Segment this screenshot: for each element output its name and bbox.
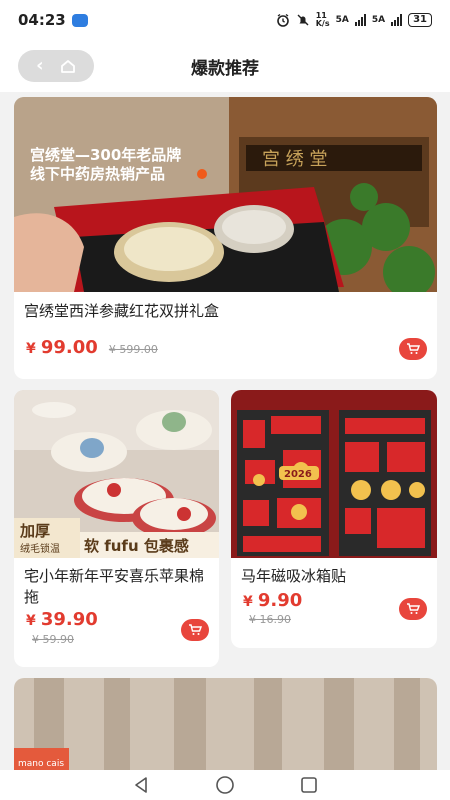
net-speed: 11 K/s — [315, 11, 330, 28]
nav-back-icon[interactable] — [132, 776, 150, 794]
product-image: 2026 — [231, 390, 437, 558]
product-name: 马年磁吸冰箱贴 — [241, 567, 347, 585]
add-to-cart-button[interactable] — [399, 598, 427, 620]
cart-icon — [407, 603, 420, 614]
currency-symbol: ¥ — [26, 341, 36, 357]
original-price: ¥ 599.00 — [108, 343, 158, 356]
slogan-text: 软 fufu 包裹感 — [84, 537, 189, 555]
badge-line-1: 加厚 — [19, 522, 50, 540]
current-price: 39.90 — [40, 609, 98, 630]
app-header: ‹ 爆款推荐 — [0, 40, 450, 92]
product-image: 宫 绣 堂 宫绣堂—300年老品牌 线下中药房热销产品 — [14, 97, 437, 292]
status-bar: 04:23 11 K/s 5A 5A 31 — [0, 0, 450, 40]
system-nav-bar — [0, 770, 450, 800]
product-name: 宫绣堂西洋参藏红花双拼礼盒 — [24, 302, 220, 320]
price-row: ¥ 39.90 — [26, 609, 98, 630]
brand-text: mano cais — [18, 759, 64, 769]
shop-sign-text: 宫 绣 堂 — [262, 149, 327, 170]
clock: 04:23 — [18, 11, 66, 29]
product-card-fridge-magnets[interactable]: 2026 马年磁吸冰箱贴 ¥ 9.90 ¥ 16.90 — [231, 390, 437, 648]
product-card-apple-slippers[interactable]: 加厚 绒毛锁温 软 fufu 包裹感 宅小年新年平安喜乐苹果棉拖 ¥ 39.90… — [14, 390, 219, 667]
product-image: 加厚 绒毛锁温 软 fufu 包裹感 — [14, 390, 219, 558]
cart-icon — [189, 624, 202, 635]
fire-icon — [197, 169, 207, 179]
mute-bell-icon — [297, 14, 309, 26]
currency-symbol: ¥ — [26, 613, 36, 629]
battery-indicator: 31 — [408, 13, 432, 27]
signal-1-label: 5A — [335, 15, 349, 25]
banner-line-2: 线下中药房热销产品 — [30, 165, 165, 183]
signal-2-icon — [391, 14, 403, 26]
currency-symbol: ¥ — [243, 594, 253, 610]
nav-home-icon[interactable] — [215, 775, 235, 795]
nav-recents-icon[interactable] — [300, 776, 318, 794]
product-name: 宅小年新年平安喜乐苹果棉拖 — [24, 567, 205, 606]
product-card-ginseng-gift-box[interactable]: 宫 绣 堂 宫绣堂—300年老品牌 线下中药房热销产品 宫绣堂西洋参藏红花双拼礼… — [14, 97, 437, 379]
cart-icon — [407, 343, 420, 354]
price-row: ¥ 9.90 — [243, 590, 302, 611]
alarm-icon — [276, 13, 289, 27]
original-price: ¥ 16.90 — [249, 613, 291, 626]
signal-2-label: 5A — [371, 15, 386, 25]
message-notification-icon — [71, 13, 88, 27]
nav-capsule: ‹ — [18, 50, 94, 82]
page-title: 爆款推荐 — [191, 58, 259, 79]
add-to-cart-button[interactable] — [399, 338, 427, 360]
signal-1-icon — [354, 14, 366, 26]
badge-line-2: 绒毛锁温 — [20, 542, 60, 555]
price-row: ¥ 99.00 ¥ 599.00 — [26, 337, 158, 358]
add-to-cart-button[interactable] — [181, 619, 209, 641]
current-price: 9.90 — [257, 590, 303, 611]
current-price: 99.00 — [40, 337, 98, 358]
back-icon[interactable]: ‹ — [36, 57, 43, 75]
banner-line-1: 宫绣堂—300年老品牌 — [30, 146, 181, 164]
year-tag: 2026 — [284, 469, 312, 480]
home-icon[interactable] — [60, 58, 76, 74]
original-price: ¥ 59.90 — [32, 633, 74, 646]
